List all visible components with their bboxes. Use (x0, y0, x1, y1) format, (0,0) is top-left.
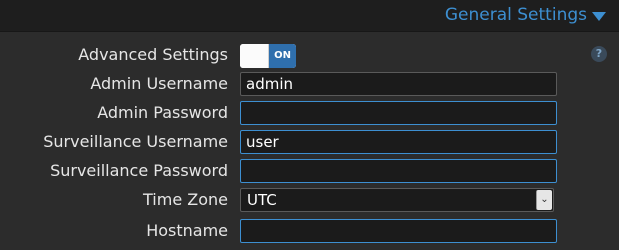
time-zone-select[interactable]: UTC ⌄ (240, 188, 554, 212)
row-admin-password: Admin Password (0, 100, 619, 126)
toggle-knob (240, 44, 269, 68)
section-title: General Settings (444, 5, 587, 25)
admin-username-label: Admin Username (90, 74, 228, 93)
hostname-label: Hostname (146, 221, 228, 240)
chevron-down-icon: ⌄ (536, 190, 552, 210)
row-advanced-settings: Advanced Settings ON (0, 42, 619, 68)
time-zone-label: Time Zone (143, 190, 228, 209)
advanced-settings-toggle[interactable]: ON (240, 44, 296, 68)
admin-username-input[interactable] (240, 72, 557, 96)
admin-password-label: Admin Password (97, 103, 228, 122)
section-header[interactable]: General Settings (0, 0, 619, 32)
surveillance-username-input[interactable] (240, 130, 557, 154)
hostname-input[interactable] (240, 219, 557, 243)
time-zone-value: UTC (247, 191, 277, 209)
caret-down-icon (592, 11, 606, 21)
row-hostname: Hostname (0, 218, 619, 244)
surveillance-username-label: Surveillance Username (43, 132, 228, 151)
toggle-on-label: ON (269, 44, 296, 68)
row-admin-username: Admin Username (0, 71, 619, 97)
row-surveillance-password: Surveillance Password (0, 158, 619, 184)
row-surveillance-username: Surveillance Username (0, 129, 619, 155)
admin-password-input[interactable] (240, 101, 557, 125)
row-time-zone: Time Zone UTC ⌄ (0, 187, 619, 213)
advanced-settings-label: Advanced Settings (78, 45, 228, 64)
surveillance-password-label: Surveillance Password (50, 161, 228, 180)
section-title-toggle[interactable]: General Settings (445, 3, 606, 27)
surveillance-password-input[interactable] (240, 159, 557, 183)
